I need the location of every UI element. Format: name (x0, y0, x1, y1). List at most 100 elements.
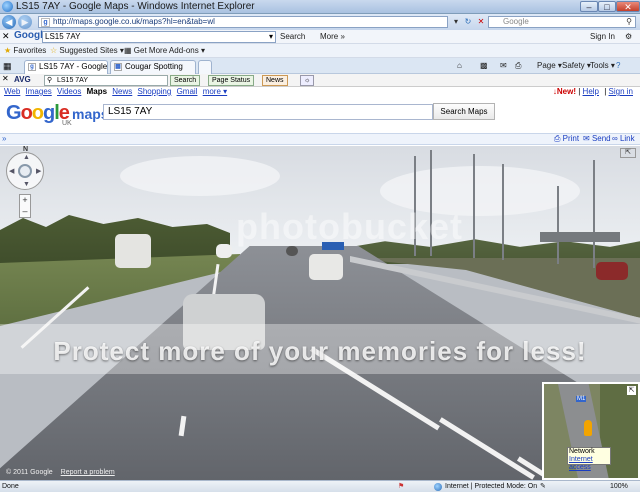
lamp-post (502, 164, 504, 260)
web-search-placeholder: Google (503, 17, 529, 26)
send-label: Send (591, 134, 611, 143)
back-icon[interactable]: ◀ (2, 15, 16, 29)
tab-cougar-spotting[interactable]: ▦ Cougar Spotting (110, 60, 196, 74)
pan-left-icon[interactable]: ◀ (9, 167, 14, 175)
nav-web[interactable]: Web (4, 87, 20, 96)
van (115, 234, 151, 268)
nav-right-links: ↓New! | Help | Sign in (552, 87, 633, 96)
google-maps-logo[interactable]: Google (6, 102, 70, 125)
forward-icon[interactable]: ▶ (18, 15, 32, 29)
page-menu[interactable]: Page ▾ (537, 60, 562, 72)
avg-search-input[interactable]: ⚲ LS15 7AY (44, 75, 168, 86)
avg-logo: AVG (14, 75, 31, 84)
maps-link-bar: » ⎙ Print ✉ Send ∞ Link (0, 133, 640, 145)
security-icon[interactable]: ⚑ (398, 481, 404, 492)
mail-icon[interactable]: ✉ (500, 60, 507, 72)
google-toolbar-search-button[interactable]: Search (280, 31, 305, 43)
minimize-button[interactable]: – (580, 1, 598, 12)
nav-more[interactable]: more ▾ (203, 87, 227, 96)
addons-icon: ▦ (124, 46, 132, 55)
copyright-text: © 2011 Google (6, 469, 53, 476)
google-toolbar-search-input[interactable]: LS15 7AY ▾ (42, 31, 276, 43)
nav-shopping[interactable]: Shopping (138, 87, 172, 96)
page-favicon-icon: ▦ (114, 63, 122, 71)
google-favicon-icon: g (41, 18, 50, 27)
feeds-icon[interactable]: ▩ (480, 60, 488, 72)
favorites-button[interactable]: ★ Favorites (4, 45, 46, 57)
get-addons-button[interactable]: ▦ Get More Add-ons ▾ (124, 45, 205, 57)
search-maps-button[interactable]: Search Maps (433, 103, 495, 120)
pegman-icon[interactable] (584, 420, 592, 436)
avg-search-button[interactable]: Search (170, 75, 201, 86)
close-button[interactable]: ✕ (616, 1, 640, 12)
help-menu[interactable]: ? (616, 60, 620, 72)
sign-in-button[interactable]: Sign In (590, 31, 615, 43)
maximize-button[interactable]: □ (598, 1, 616, 12)
zoom-in-button[interactable]: + (20, 195, 30, 206)
zoom-out-button[interactable]: – (20, 206, 30, 217)
title-bar: LS15 7AY - Google Maps - Windows Interne… (0, 0, 640, 14)
car (309, 254, 343, 280)
close-minimap-icon[interactable]: ⇱ (627, 386, 636, 395)
nav-images[interactable]: Images (26, 87, 52, 96)
suggested-sites-label: Suggested Sites ▾ (59, 46, 124, 55)
pan-up-icon[interactable]: ▲ (23, 154, 30, 161)
sign-in-link[interactable]: Sign in (609, 87, 633, 96)
print-link[interactable]: ⎙ Print (554, 134, 579, 144)
address-url: http://maps.google.co.uk/maps?hl=en&tab=… (53, 17, 215, 26)
search-icon[interactable]: ⚲ (626, 17, 632, 27)
web-search-box[interactable]: Google ⚲ (488, 16, 636, 28)
globe-icon (434, 483, 442, 491)
dropdown-icon[interactable]: ▾ (450, 16, 462, 28)
help-link[interactable]: Help (583, 87, 599, 96)
security-zone-text[interactable]: Internet | Protected Mode: On (445, 481, 537, 492)
collapse-panel-icon[interactable]: » (2, 134, 6, 144)
street-view-panorama[interactable]: photobucket Protect more of your memorie… (0, 146, 640, 480)
tooltip-line2: Internet access (569, 456, 593, 471)
fullscreen-icon[interactable]: ⇱ (620, 148, 636, 158)
link-link[interactable]: ∞ Link (612, 134, 635, 144)
report-problem-link[interactable]: Report a problem (61, 469, 115, 476)
tabs-row: ▦ g LS15 7AY - Google Maps ▦ Cougar Spot… (0, 58, 640, 74)
weather-icon[interactable]: ☼ (300, 75, 315, 86)
quick-tabs-icon[interactable]: ▦ (3, 61, 12, 72)
print-icon[interactable]: ⎙ (515, 60, 521, 72)
nav-gmail[interactable]: Gmail (177, 87, 198, 96)
tab-google-maps[interactable]: g LS15 7AY - Google Maps (24, 60, 129, 74)
close-toolbar-icon[interactable]: ✕ (2, 31, 10, 42)
pan-down-icon[interactable]: ▼ (23, 181, 30, 188)
chevron-down-icon[interactable]: ▾ (269, 32, 273, 42)
tools-menu[interactable]: Tools ▾ (590, 60, 615, 72)
nav-news[interactable]: News (112, 87, 132, 96)
street-view-nav-control[interactable]: N ▲ ▼ ◀ ▶ (6, 146, 44, 190)
new-badge[interactable]: ↓New! (553, 87, 576, 96)
status-text: Done (2, 483, 19, 490)
refresh-icon[interactable]: ↻ (462, 16, 474, 28)
close-toolbar-icon[interactable]: ✕ (2, 74, 9, 83)
news-button[interactable]: News (262, 75, 288, 86)
safety-menu[interactable]: Safety ▾ (562, 60, 591, 72)
maps-search-input[interactable]: LS15 7AY (103, 104, 433, 120)
pan-right-icon[interactable]: ▶ (36, 167, 41, 175)
home-icon[interactable]: ⌂ (457, 60, 462, 72)
send-link[interactable]: ✉ Send (583, 134, 611, 144)
wrench-icon[interactable]: ⚙ (625, 31, 632, 43)
new-tab-button[interactable] (198, 60, 212, 74)
tooltip-line1: Network (569, 448, 595, 455)
pan-ring-icon[interactable] (18, 164, 32, 178)
nav-maps[interactable]: Maps (87, 87, 107, 96)
address-bar[interactable]: g http://maps.google.co.uk/maps?hl=en&ta… (38, 16, 448, 28)
nav-videos[interactable]: Videos (57, 87, 81, 96)
suggested-sites-button[interactable]: ☆ Suggested Sites ▾ (50, 45, 124, 57)
zoom-level[interactable]: 100% (610, 481, 628, 492)
lamp-post (557, 186, 559, 264)
protected-mode-icon[interactable]: ✎ (540, 481, 546, 492)
google-toolbar: ✕ Google LS15 7AY ▾ Search More » Sign I… (0, 30, 640, 44)
car (596, 262, 628, 280)
google-nav-bar: Web Images Videos Maps News Shopping Gma… (0, 87, 640, 97)
google-toolbar-more-button[interactable]: More » (320, 31, 345, 43)
stop-icon[interactable]: ✕ (475, 16, 487, 28)
page-status-button[interactable]: Page Status (208, 75, 255, 86)
favorites-label: Favorites (13, 46, 47, 55)
window-title: LS15 7AY - Google Maps - Windows Interne… (16, 1, 255, 12)
